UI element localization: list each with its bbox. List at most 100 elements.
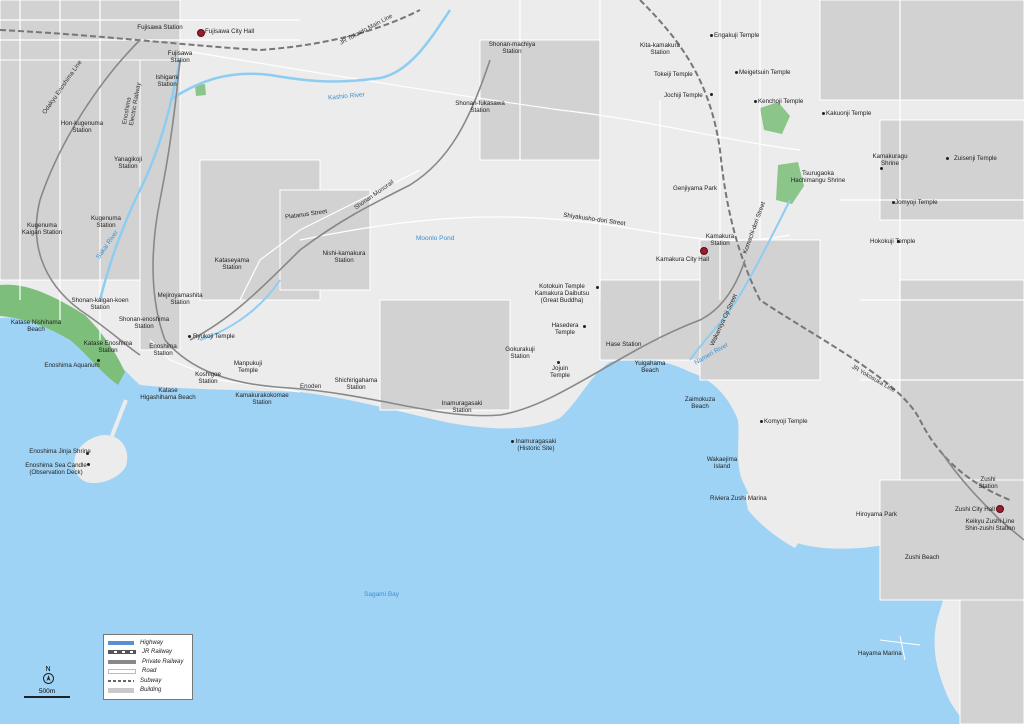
- poi-dot: [596, 286, 599, 289]
- label-enoshima-jinja[interactable]: Enoshima Jinja Shrine: [29, 448, 91, 455]
- legend-row-jr: JR Railway: [108, 648, 188, 658]
- label-meigetsuin[interactable]: Meigetsuin Temple: [739, 69, 790, 76]
- label-hiroyama[interactable]: Hiroyama Park: [856, 511, 897, 518]
- label-kita-kamakura[interactable]: Kita-kamakura Station: [640, 42, 680, 56]
- label-shonan-enoshima[interactable]: Shonan-enoshima Station: [119, 316, 169, 330]
- label-genjiyama[interactable]: Genjiyama Park: [673, 185, 717, 192]
- label-tsurugaoka[interactable]: Tsurugaoka Hachimangu Shrine: [791, 170, 845, 184]
- label-shichirigahama[interactable]: Shichirigahama Station: [335, 377, 378, 391]
- label-kamakura-station[interactable]: Kamakura Station: [706, 233, 734, 247]
- label-enoden: Enoden: [300, 383, 322, 390]
- label-jomyoji[interactable]: Jomyoji Temple: [895, 199, 938, 206]
- label-enoshima-station[interactable]: Enoshima Station: [149, 343, 177, 357]
- legend-swatch: [108, 668, 136, 674]
- poi-dot: [880, 167, 883, 170]
- label-kugenuma-kaigan[interactable]: Kugenuma Kaigan Station: [22, 222, 62, 236]
- label-zaimokuza[interactable]: Zaimokuza Beach: [685, 396, 715, 410]
- label-kotokuin[interactable]: Kotokuin Temple Kamakura Daibutsu (Great…: [535, 283, 589, 304]
- label-riviera-zushi[interactable]: Riviera Zushi Marina: [710, 495, 767, 502]
- label-hon-kugenuma[interactable]: Hon-kugenuma Station: [61, 120, 103, 134]
- label-kamakura-city-hall[interactable]: Kamakura City Hall: [656, 256, 709, 263]
- poi-dot: [583, 325, 586, 328]
- label-fujisawa-station[interactable]: Fujisawa Station: [137, 24, 182, 31]
- legend-label: Road: [142, 668, 157, 675]
- label-kamakuragu[interactable]: Kamakuragu Shrine: [872, 153, 907, 167]
- label-enoshima-aquarium[interactable]: Enoshima Aquarium: [44, 362, 99, 369]
- kamakura-city-hall-marker[interactable]: [700, 247, 708, 255]
- label-wakaejima[interactable]: Wakaejima Island: [707, 456, 737, 470]
- poi-dot: [188, 335, 191, 338]
- scale-bar: 500m: [24, 688, 70, 698]
- legend-label: Private Railway: [142, 658, 184, 665]
- label-fujisawa-station-2[interactable]: Fujisawa Station: [168, 50, 192, 64]
- legend-label: JR Railway: [142, 649, 173, 656]
- label-zuisenji[interactable]: Zuisenji Temple: [954, 155, 997, 162]
- map-legend: Highway JR Railway Private Railway Road …: [103, 634, 193, 700]
- label-katase-nishihama[interactable]: Katase Nishihama Beach: [11, 319, 61, 333]
- label-sagami-bay: Sagami Bay: [364, 591, 400, 598]
- poi-dot: [735, 71, 738, 74]
- label-hayama-marina[interactable]: Hayama Marina: [858, 650, 902, 657]
- map-base: [0, 0, 1024, 724]
- label-yuigahama[interactable]: Yuigahama Beach: [635, 360, 666, 374]
- label-kakuonji[interactable]: Kakuonji Temple: [826, 110, 871, 117]
- label-inamuragasaki-site[interactable]: Inamuragasaki (Historic Site): [516, 438, 557, 452]
- label-engakuji[interactable]: Engakuji Temple: [714, 32, 759, 39]
- north-label: N: [45, 666, 51, 673]
- label-hasedera[interactable]: Hasedera Temple: [552, 322, 579, 336]
- label-ishigami[interactable]: Ishigami Station: [155, 74, 178, 88]
- label-koshigoe[interactable]: Koshigoe Station: [195, 371, 221, 385]
- label-katase-enoshima[interactable]: Katase Enoshima Station: [84, 340, 133, 354]
- legend-row-road: Road: [108, 667, 188, 677]
- label-jochiji[interactable]: Jochiji Temple: [664, 92, 703, 99]
- legend-swatch: [108, 650, 136, 655]
- poi-dot: [87, 463, 90, 466]
- label-moon-pond: Moonlo Pond: [416, 235, 455, 242]
- legend-label: Highway: [140, 639, 164, 646]
- legend-row-subway: Subway: [108, 676, 188, 686]
- legend-row-highway: Highway: [108, 638, 188, 648]
- label-inamuragasaki-station[interactable]: Inamuragasaki Station: [442, 400, 483, 414]
- poi-dot: [511, 440, 514, 443]
- poi-dot: [760, 420, 763, 423]
- fujisawa-city-hall-marker[interactable]: [197, 29, 205, 37]
- label-hokokuji[interactable]: Hokokuji Temple: [870, 238, 915, 245]
- poi-dot: [822, 112, 825, 115]
- legend-swatch: [108, 640, 134, 645]
- poi-dot: [754, 100, 757, 103]
- scale-line: [24, 696, 70, 698]
- label-shonan-machiya[interactable]: Shonan-machiya Station: [489, 41, 535, 55]
- label-hase-station[interactable]: Hase Station: [606, 341, 641, 348]
- label-katase-higashihama[interactable]: Katase Higashihama Beach: [140, 387, 195, 401]
- label-ryukoji[interactable]: Ryukoji Temple: [193, 333, 235, 340]
- label-kamakurakokomae[interactable]: Kamakurakokomae Station: [235, 392, 288, 406]
- label-zushi-beach[interactable]: Zushi Beach: [905, 554, 939, 561]
- label-kenchoji[interactable]: Kenchoji Temple: [758, 98, 803, 105]
- legend-label: Subway: [140, 677, 162, 684]
- label-kugenuma[interactable]: Kugenuma Station: [91, 215, 121, 229]
- label-shonan-fukasawa[interactable]: Shonan-fukasawa Station: [455, 100, 505, 114]
- legend-row-building: Building: [108, 686, 188, 696]
- label-zushi-station[interactable]: Zushi Station: [978, 476, 997, 490]
- label-zushi-city-hall[interactable]: Zushi City Hall: [955, 506, 995, 513]
- label-jojuin[interactable]: Jojuin Temple: [550, 365, 570, 379]
- label-manpukuji[interactable]: Manpukuji Temple: [234, 360, 262, 374]
- legend-swatch: [108, 687, 134, 693]
- label-sea-candle[interactable]: Enoshima Sea Candle (Observation Deck): [25, 462, 87, 476]
- poi-dot: [710, 93, 713, 96]
- label-kataseyama[interactable]: Kataseyama Station: [215, 257, 249, 271]
- label-shonan-kaigan-koen[interactable]: Shonan-kaigan-koen Station: [71, 297, 128, 311]
- map-canvas[interactable]: Fujisawa Station Fujisawa City Hall JR T…: [0, 0, 1024, 724]
- poi-dot: [557, 361, 560, 364]
- label-yanagikoji[interactable]: Yanagikoji Station: [114, 156, 142, 170]
- legend-swatch: [108, 659, 136, 664]
- label-nishi-kamakura[interactable]: Nishi-kamakura Station: [323, 250, 366, 264]
- label-fujisawa-city-hall[interactable]: Fujisawa City Hall: [205, 28, 254, 35]
- label-shin-zushi[interactable]: Keikyu Zushi Line Shin-zushi Station: [965, 518, 1015, 532]
- zushi-city-hall-marker[interactable]: [996, 505, 1004, 513]
- label-mejiroyamashita[interactable]: Mejiroyamashita Station: [157, 292, 202, 306]
- label-komyoji[interactable]: Komyoji Temple: [764, 418, 808, 425]
- label-gokurakuji[interactable]: Gokurakuji Station: [505, 346, 535, 360]
- north-arrow: N: [42, 666, 54, 684]
- label-tokeiji[interactable]: Tokeiji Temple: [654, 71, 693, 78]
